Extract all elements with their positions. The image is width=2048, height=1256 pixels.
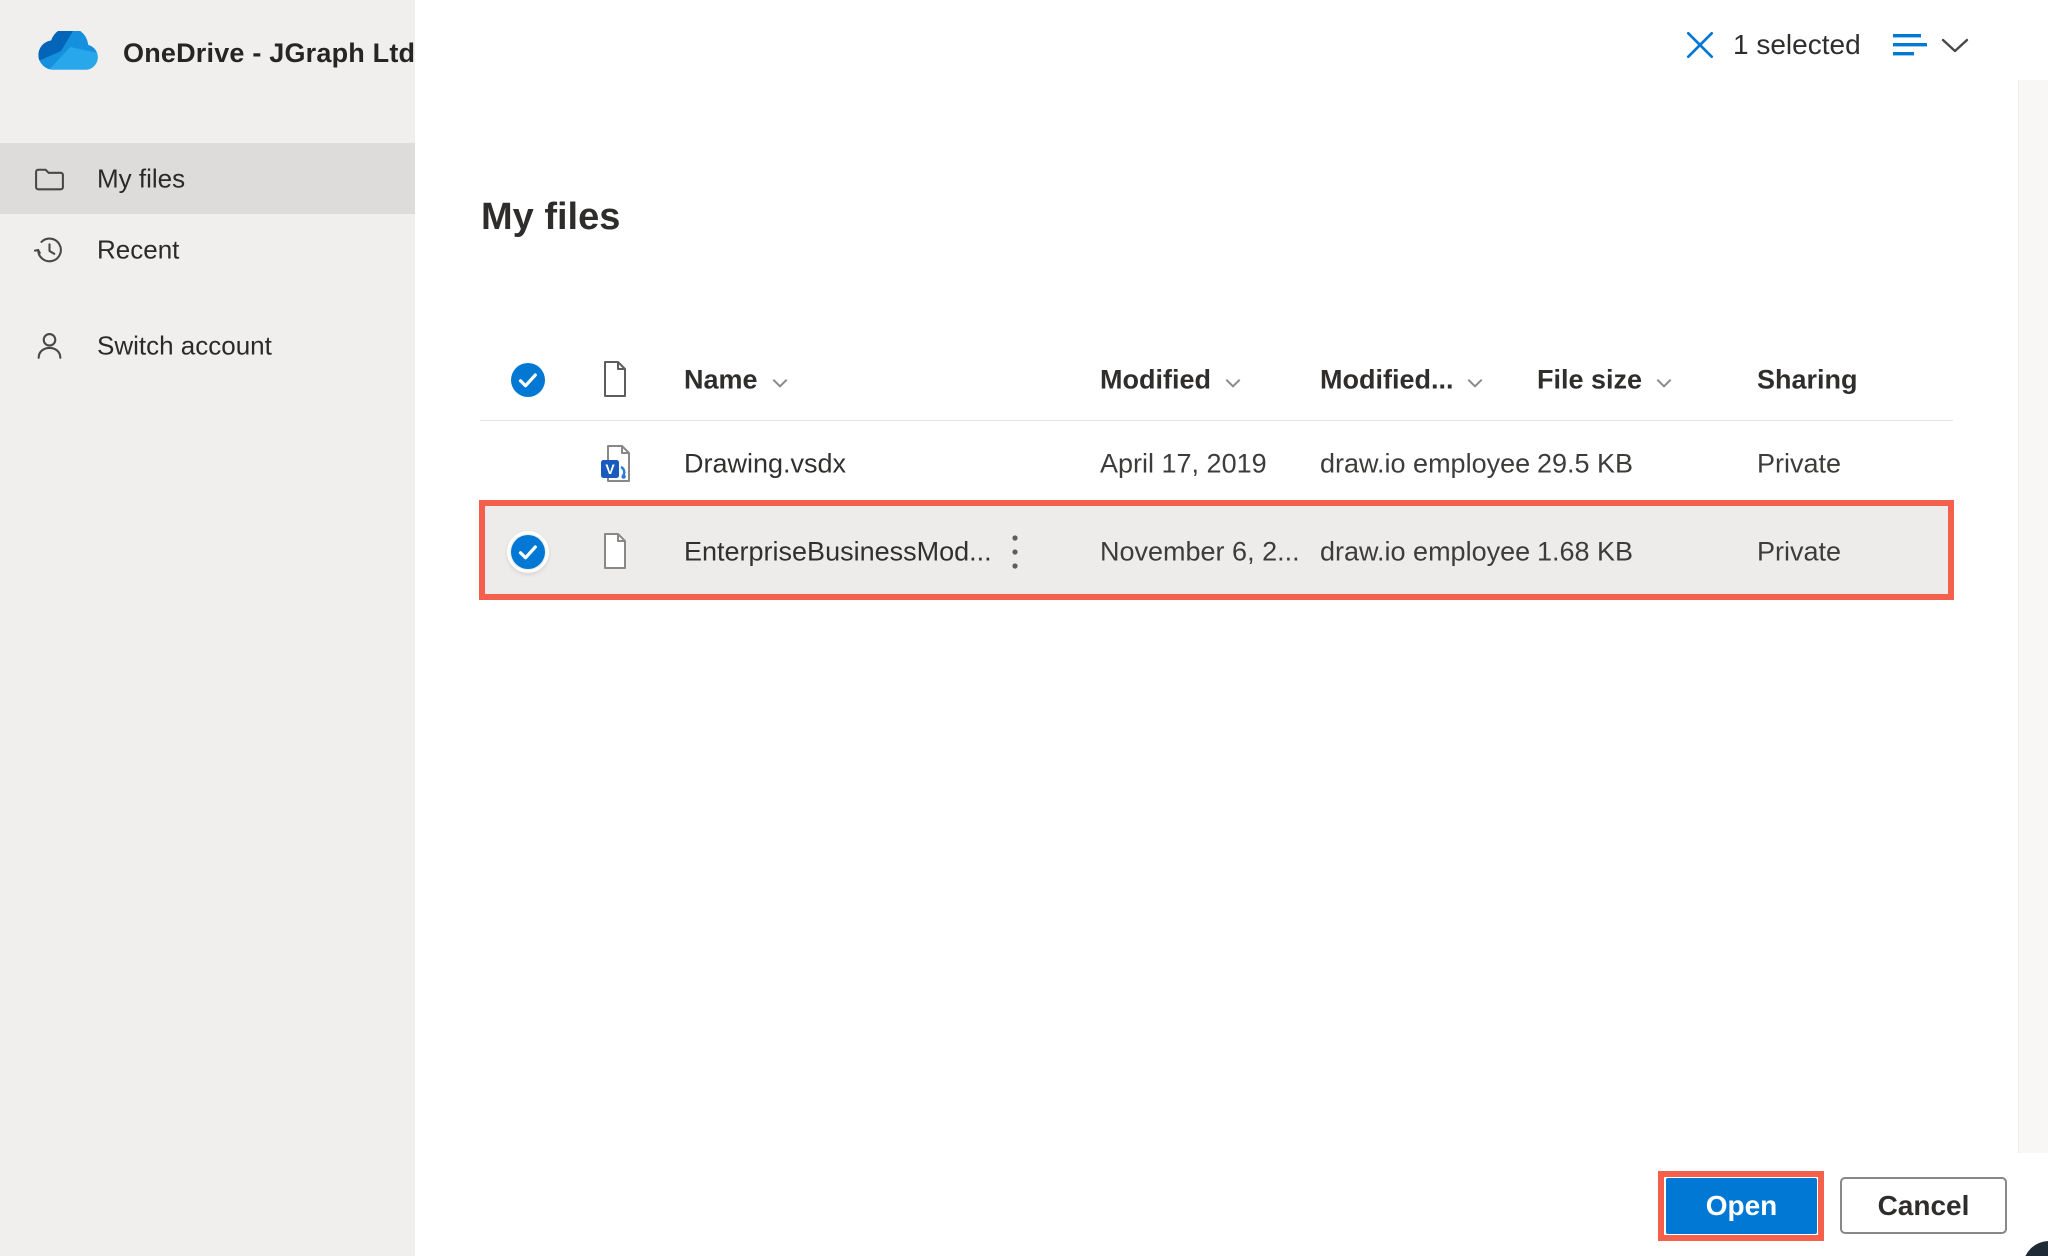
open-button[interactable]: Open (1666, 1178, 1817, 1234)
sort-lines-icon[interactable] (1892, 33, 1932, 59)
file-size: 29.5 KB (1537, 448, 1633, 479)
account-title: OneDrive - JGraph Ltd (123, 38, 415, 69)
folder-icon (33, 162, 66, 195)
sidebar-item-recent[interactable]: Recent (0, 214, 415, 285)
sidebar-item-label: Recent (97, 234, 179, 265)
column-header-sharing[interactable]: Sharing (1757, 365, 1858, 396)
table-row-drawing-vsdx[interactable]: V Drawing.vsdx April 17, 2019 draw.io em… (480, 421, 1953, 506)
chevron-down-icon[interactable] (1938, 33, 1972, 59)
file-modified-by: draw.io employee (1320, 448, 1530, 479)
select-all-checkbox[interactable] (510, 362, 546, 398)
clear-selection-icon[interactable] (1683, 28, 1717, 62)
brand: OneDrive - JGraph Ltd (37, 30, 415, 77)
sidebar-item-label: My files (97, 163, 185, 194)
page-title: My files (481, 196, 620, 239)
file-sharing: Private (1757, 448, 1841, 479)
table-header-row: Name Modified Modified... File size Shar… (480, 340, 1953, 421)
row-checkbox-checked[interactable] (510, 534, 546, 570)
file-size: 1.68 KB (1537, 537, 1633, 568)
visio-file-icon: V (600, 444, 632, 484)
file-name[interactable]: Drawing.vsdx (684, 448, 846, 479)
file-sharing: Private (1757, 537, 1841, 568)
column-header-name[interactable]: Name (684, 365, 790, 396)
cancel-button[interactable]: Cancel (1840, 1177, 2007, 1234)
svg-text:V: V (605, 461, 615, 477)
scrollbar[interactable] (2018, 80, 2048, 1153)
column-header-file-size[interactable]: File size (1537, 365, 1674, 396)
sidebar-item-my-files[interactable]: My files (0, 143, 415, 214)
onedrive-file-picker: OneDrive - JGraph Ltd My files Recent (0, 0, 2048, 1256)
corner-cursor-blob (2023, 1241, 2048, 1256)
file-type-column-icon (600, 360, 632, 400)
selection-count: 1 selected (1733, 28, 1861, 62)
file-modified-by: draw.io employee (1320, 537, 1530, 568)
file-name[interactable]: EnterpriseBusinessMod... (684, 537, 992, 568)
generic-file-icon (600, 532, 632, 572)
person-icon (33, 329, 66, 362)
sidebar: OneDrive - JGraph Ltd My files Recent (0, 0, 415, 1256)
sidebar-item-switch-account[interactable]: Switch account (0, 310, 415, 381)
more-actions-icon[interactable] (1008, 530, 1022, 574)
history-icon (33, 233, 66, 266)
onedrive-logo-icon (37, 30, 101, 77)
file-modified: November 6, 2... (1100, 537, 1300, 568)
table-row-enterprise-business-model[interactable]: EnterpriseBusinessMod... November 6, 2..… (480, 506, 1953, 598)
sidebar-item-label: Switch account (97, 330, 272, 361)
column-header-modified-by[interactable]: Modified... (1320, 365, 1485, 396)
column-header-modified[interactable]: Modified (1100, 365, 1243, 396)
file-modified: April 17, 2019 (1100, 448, 1267, 479)
